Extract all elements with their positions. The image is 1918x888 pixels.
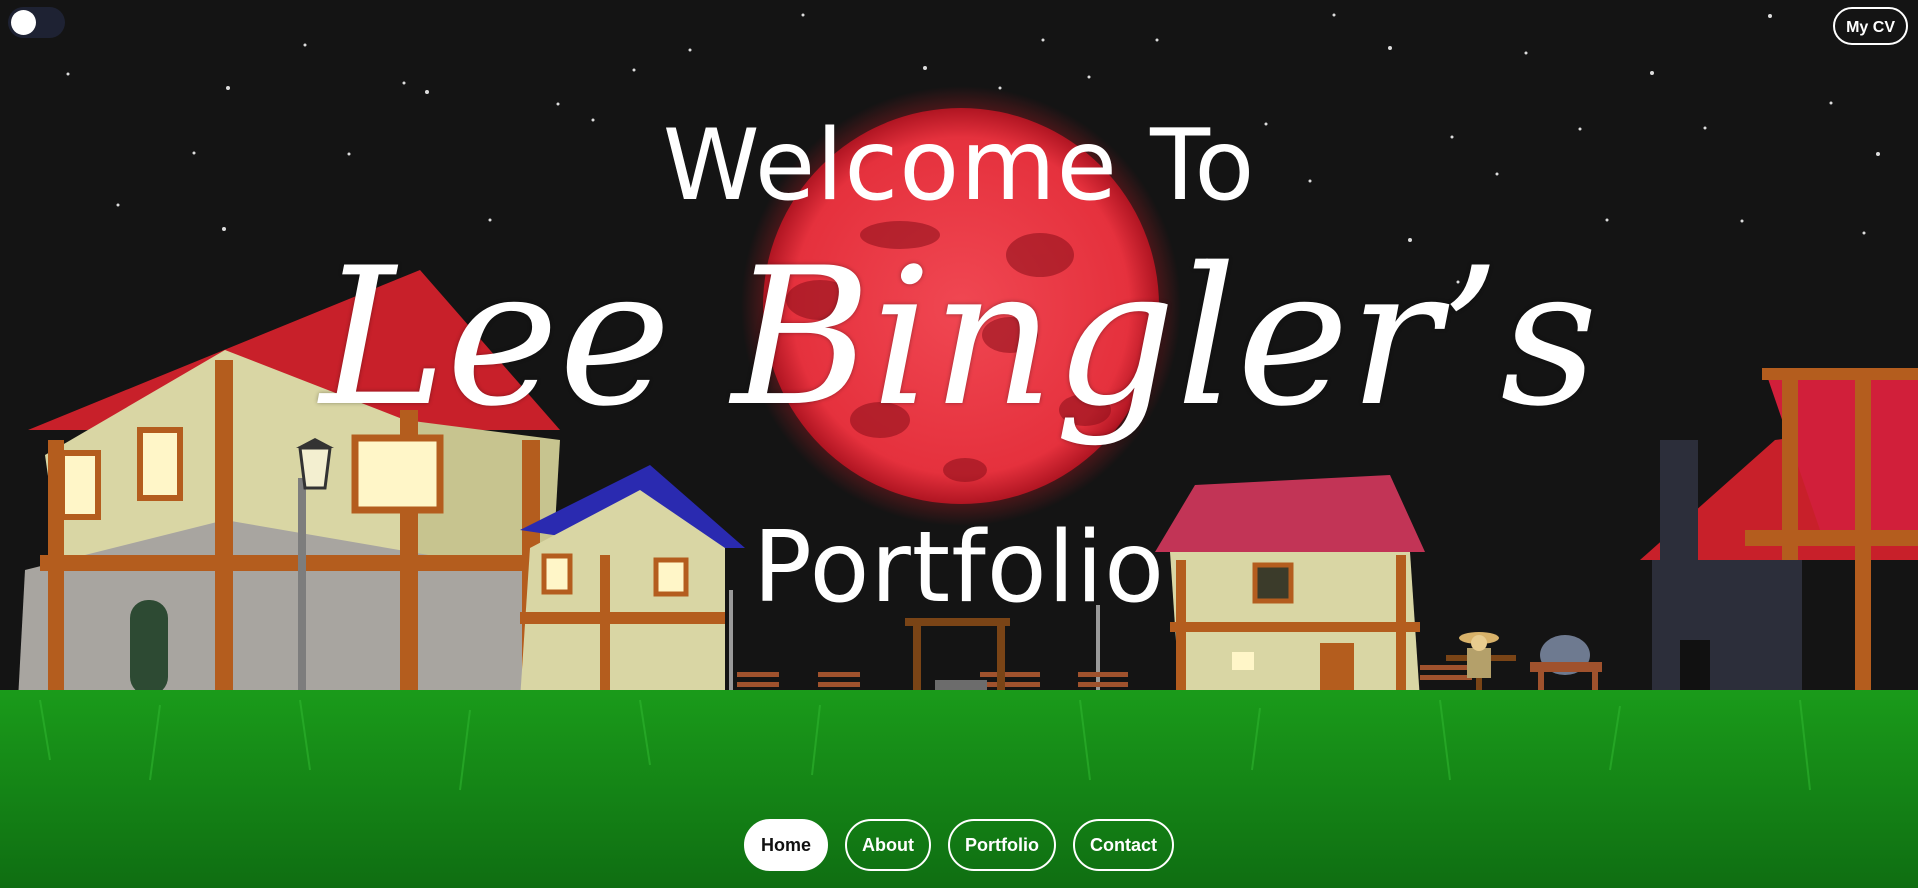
scarecrow (1446, 632, 1516, 695)
main-nav: Home About Portfolio Contact (0, 819, 1918, 871)
my-cv-button[interactable]: My CV (1833, 7, 1908, 45)
nav-contact-button[interactable]: Contact (1073, 819, 1174, 871)
nav-about-button[interactable]: About (845, 819, 931, 871)
hero-name-text: Lee Bingler’s (320, 227, 1598, 448)
theme-toggle[interactable] (8, 7, 65, 38)
nav-portfolio-button[interactable]: Portfolio (948, 819, 1056, 871)
hero-portfolio-text: Portfolio (752, 511, 1166, 625)
grindstone (1530, 635, 1602, 692)
toggle-knob (11, 10, 36, 35)
nav-home-button[interactable]: Home (744, 819, 829, 871)
hero-welcome-text: Welcome To (662, 109, 1256, 223)
